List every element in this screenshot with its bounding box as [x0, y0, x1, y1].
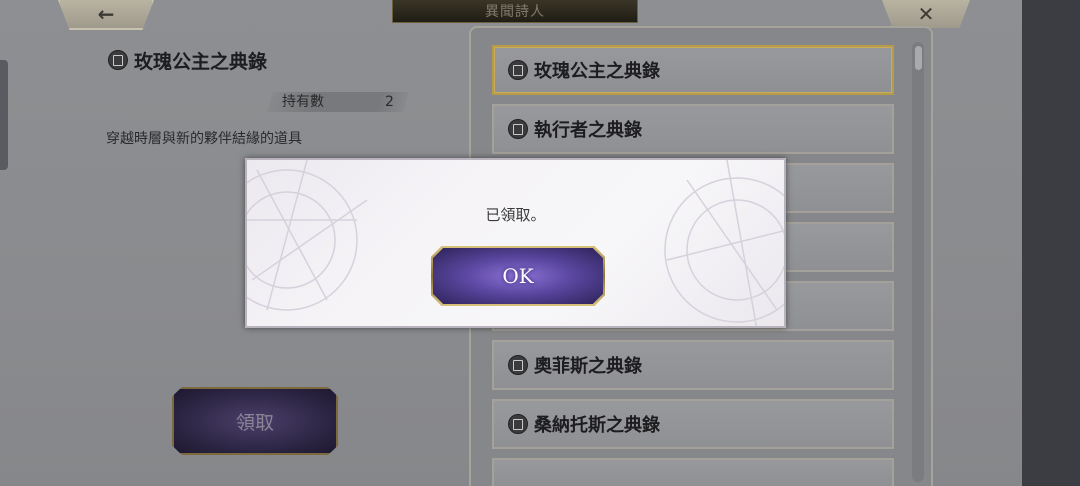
- list-item[interactable]: 桑納托斯之典錄: [492, 399, 894, 449]
- owned-count-value: 2: [385, 94, 394, 110]
- list-item[interactable]: 執行者之典錄: [492, 104, 894, 154]
- dialog-ornament-left: [247, 160, 368, 311]
- list-item[interactable]: [492, 458, 894, 486]
- close-button[interactable]: ✕: [882, 0, 970, 28]
- codex-icon: [508, 60, 528, 80]
- codex-icon: [508, 414, 528, 434]
- item-description: 穿越時層與新的夥伴結緣的道具: [106, 131, 302, 147]
- codex-icon: [508, 355, 528, 375]
- ok-button[interactable]: OK: [433, 248, 603, 304]
- list-item-label: 奧菲斯之典錄: [534, 356, 642, 377]
- list-item-label: 執行者之典錄: [534, 120, 642, 141]
- claim-button-label: 領取: [235, 411, 274, 434]
- dialog-ornament-right: [664, 160, 784, 326]
- back-button[interactable]: ←: [58, 0, 154, 30]
- item-name: 玫瑰公主之典錄: [134, 50, 268, 73]
- list-item-label: 玫瑰公主之典錄: [534, 61, 660, 82]
- claim-button[interactable]: 領取: [172, 387, 338, 455]
- list-scrollbar[interactable]: [912, 42, 924, 482]
- list-scroll-thumb[interactable]: [915, 46, 922, 70]
- claim-result-dialog: 已領取。 OK: [245, 158, 786, 328]
- screen-title: 異聞詩人: [485, 4, 545, 20]
- list-item-label: 桑納托斯之典錄: [534, 415, 660, 436]
- close-icon: ✕: [917, 2, 935, 26]
- ok-button-label: OK: [502, 264, 534, 288]
- codex-icon: [108, 50, 128, 70]
- codex-icon: [508, 119, 528, 139]
- screen-title-bar: 異聞詩人: [392, 0, 638, 23]
- side-tab[interactable]: [0, 60, 8, 170]
- right-margin: [1022, 0, 1080, 486]
- dialog-message: 已領取。: [485, 206, 546, 224]
- list-item[interactable]: 奧菲斯之典錄: [492, 340, 894, 390]
- back-arrow-icon: ←: [97, 2, 115, 26]
- list-item[interactable]: 玫瑰公主之典錄: [492, 45, 894, 95]
- owned-count-label: 持有數: [282, 94, 324, 110]
- item-detail-title: 玫瑰公主之典錄: [108, 46, 267, 74]
